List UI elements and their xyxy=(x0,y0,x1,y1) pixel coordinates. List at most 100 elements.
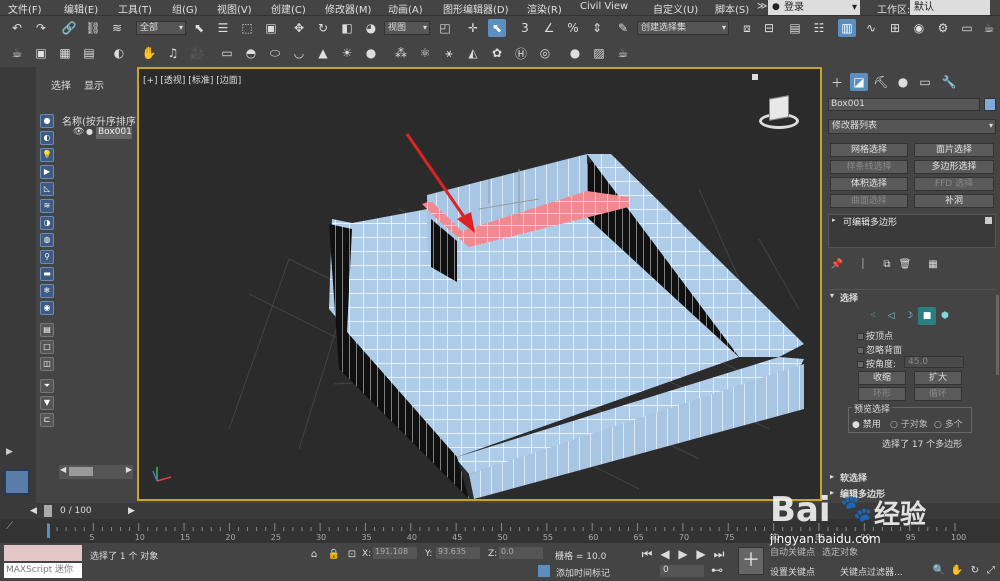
tab-display[interactable]: 显示 xyxy=(84,77,104,92)
grid-icon[interactable]: ▤ xyxy=(80,44,98,62)
current-frame-field[interactable]: 0 xyxy=(660,565,704,577)
filter-cameras-icon[interactable]: ▶ xyxy=(40,165,54,179)
rollout-plus-icon[interactable]: ▸ xyxy=(830,488,834,497)
polygon-mode-icon[interactable]: ■ xyxy=(918,307,936,325)
render-icon[interactable]: ☕ xyxy=(980,19,998,37)
rotate-icon[interactable]: ↻ xyxy=(314,19,332,37)
window-crossing-icon[interactable]: ▣ xyxy=(262,19,280,37)
material-editor-icon[interactable]: ◉ xyxy=(910,19,928,37)
render-setup-icon[interactable]: ⚙ xyxy=(934,19,952,37)
stack-item-editable-poly[interactable]: 可编辑多边形 xyxy=(843,215,897,228)
snap-toggle-icon[interactable]: 3 xyxy=(516,19,534,37)
rollout-soft-selection[interactable]: 软选择 xyxy=(840,471,867,484)
hierarchy-tab-icon[interactable]: ⛏ xyxy=(872,73,890,91)
modifier-stack[interactable]: ▸ 可编辑多边形 xyxy=(828,214,996,248)
bind-spacewarp-icon[interactable]: ≋ xyxy=(108,19,126,37)
modifier-list-dropdown[interactable]: 修改器列表 xyxy=(828,119,996,134)
spinner-snap-icon[interactable]: ⇕ xyxy=(588,19,606,37)
perspective-viewport[interactable]: [+] [透视] [标准] [边面] xyxy=(137,67,822,501)
move-icon[interactable]: ✥ xyxy=(290,19,308,37)
time-tag-icon[interactable] xyxy=(538,565,550,577)
viewport-layout-icon[interactable] xyxy=(4,469,30,495)
filter-particles-icon[interactable]: ❄ xyxy=(40,284,54,298)
preview-multi-radio[interactable]: ○ 多个 xyxy=(934,417,963,430)
selection-filter-dropdown[interactable]: 全部 xyxy=(136,21,186,35)
expand-arrow-icon[interactable]: ▸ xyxy=(832,216,836,224)
rollout-plus-icon[interactable]: ▸ xyxy=(830,472,834,481)
filter-spacewarps-icon[interactable]: ≋ xyxy=(40,199,54,213)
by-angle-checkbox[interactable]: 按角度: xyxy=(857,357,896,370)
select-object-icon[interactable]: ⬉ xyxy=(190,19,208,37)
horizontal-scrollbar[interactable]: ◀ ▶ xyxy=(59,465,133,479)
filter-xrefs-icon[interactable]: ◍ xyxy=(40,233,54,247)
menu-scripting[interactable]: 脚本(S) xyxy=(715,1,749,16)
remove-modifier-icon[interactable]: 🗑 xyxy=(896,255,914,273)
layer-explorer-icon[interactable]: ☷ xyxy=(810,19,828,37)
hair-icon[interactable]: Ⓗ xyxy=(512,44,530,62)
walk-icon[interactable]: ✋ xyxy=(140,44,158,62)
ribbon-toggle-icon[interactable]: ▥ xyxy=(838,19,856,37)
preview-disabled-radio[interactable]: ● 禁用 xyxy=(852,417,881,430)
mirror-icon[interactable]: ⧈ xyxy=(738,19,756,37)
edge-mode-icon[interactable]: ◁ xyxy=(882,307,900,325)
scroll-right-icon[interactable]: ▶ xyxy=(126,465,132,474)
object-row-box001[interactable]: Box001 xyxy=(96,127,132,139)
menu-create[interactable]: 创建(C) xyxy=(271,1,306,16)
teapot-icon[interactable]: ☕ xyxy=(8,44,26,62)
poly-select-button[interactable]: 多边形选择 xyxy=(914,160,994,174)
menu-graph-editors[interactable]: 图形编辑器(D) xyxy=(443,1,509,16)
layout-icon[interactable]: ▦ xyxy=(56,44,74,62)
menu-modifiers[interactable]: 修改器(M) xyxy=(325,1,371,16)
lock-selection-icon[interactable]: 🔒 xyxy=(325,545,343,563)
time-slider-thumb[interactable] xyxy=(44,505,52,517)
isolate-icon[interactable]: ⌂ xyxy=(305,545,323,563)
layer-icon[interactable]: ⊏ xyxy=(40,413,54,427)
reference-coordinate-dropdown[interactable]: 视图 xyxy=(384,21,430,35)
patch-select-button[interactable]: 面片选择 xyxy=(914,143,994,157)
loop-button[interactable]: 循环 xyxy=(914,387,962,401)
filter-frozen-icon[interactable]: ◉ xyxy=(40,301,54,315)
show-end-result-icon[interactable]: ⏐ xyxy=(854,255,872,273)
pin-stack-icon[interactable]: 📌 xyxy=(828,255,846,273)
camera-icon[interactable]: 🎥 xyxy=(188,44,206,62)
unlink-icon[interactable]: ⛓ xyxy=(84,19,102,37)
prev-frame-icon[interactable]: ◀ xyxy=(30,506,37,516)
y-coordinate-field[interactable]: 93.635 xyxy=(436,547,480,559)
tab-select[interactable]: 选择 xyxy=(51,77,71,92)
grow-button[interactable]: 扩大 xyxy=(914,371,962,385)
home-icon[interactable] xyxy=(752,74,758,80)
utilities-tab-icon[interactable]: 🔧 xyxy=(940,73,958,91)
cloth-icon[interactable]: ◎ xyxy=(536,44,554,62)
workspace-dropdown[interactable]: 默认 xyxy=(910,0,990,15)
add-time-tag[interactable]: 添加时间标记 xyxy=(556,566,610,579)
curve-editor-icon[interactable]: ∿ xyxy=(862,19,880,37)
make-unique-icon[interactable]: ⧉ xyxy=(878,255,896,273)
motion-tab-icon[interactable]: ● xyxy=(894,73,912,91)
menu-more-icon[interactable]: ≫ xyxy=(757,1,767,12)
ignore-backfacing-checkbox[interactable]: 忽略背面 xyxy=(857,343,902,356)
link-icon[interactable]: 🔗 xyxy=(60,19,78,37)
viewcube-box[interactable] xyxy=(769,95,789,121)
align-icon[interactable]: ⊟ xyxy=(760,19,778,37)
pivot-center-icon[interactable]: ◰ xyxy=(436,19,454,37)
absolute-mode-icon[interactable]: ⊡ xyxy=(343,545,361,563)
element-mode-icon[interactable]: ⬢ xyxy=(936,307,954,325)
expand-arrow-icon[interactable]: ▶ xyxy=(6,447,20,461)
zoom-icon[interactable]: 🔍 xyxy=(930,561,948,579)
rollout-minus-icon[interactable]: ▾ xyxy=(830,291,834,300)
menu-views[interactable]: 视图(V) xyxy=(217,1,252,16)
scale-icon[interactable]: ◧ xyxy=(338,19,356,37)
rollout-edit-polygons[interactable]: 编辑多边形 xyxy=(840,487,885,500)
surface-select-button[interactable]: 曲面选择 xyxy=(830,194,908,208)
maxscript-listener[interactable] xyxy=(4,545,82,561)
schematic-view-icon[interactable]: ⊞ xyxy=(886,19,904,37)
menu-rendering[interactable]: 渲染(R) xyxy=(527,1,562,16)
menu-file[interactable]: 文件(F) xyxy=(8,1,42,16)
ring-button[interactable]: 环形 xyxy=(858,387,906,401)
set-key-button[interactable]: 设置关键点 xyxy=(770,565,815,578)
bone-icon[interactable]: ⚹ xyxy=(440,44,458,62)
go-to-start-icon[interactable]: ⏮ xyxy=(638,545,656,563)
edit-named-selection-icon[interactable]: ✎ xyxy=(614,19,632,37)
modify-tab-icon[interactable]: ◪ xyxy=(850,73,868,91)
menu-tools[interactable]: 工具(T) xyxy=(118,1,152,16)
